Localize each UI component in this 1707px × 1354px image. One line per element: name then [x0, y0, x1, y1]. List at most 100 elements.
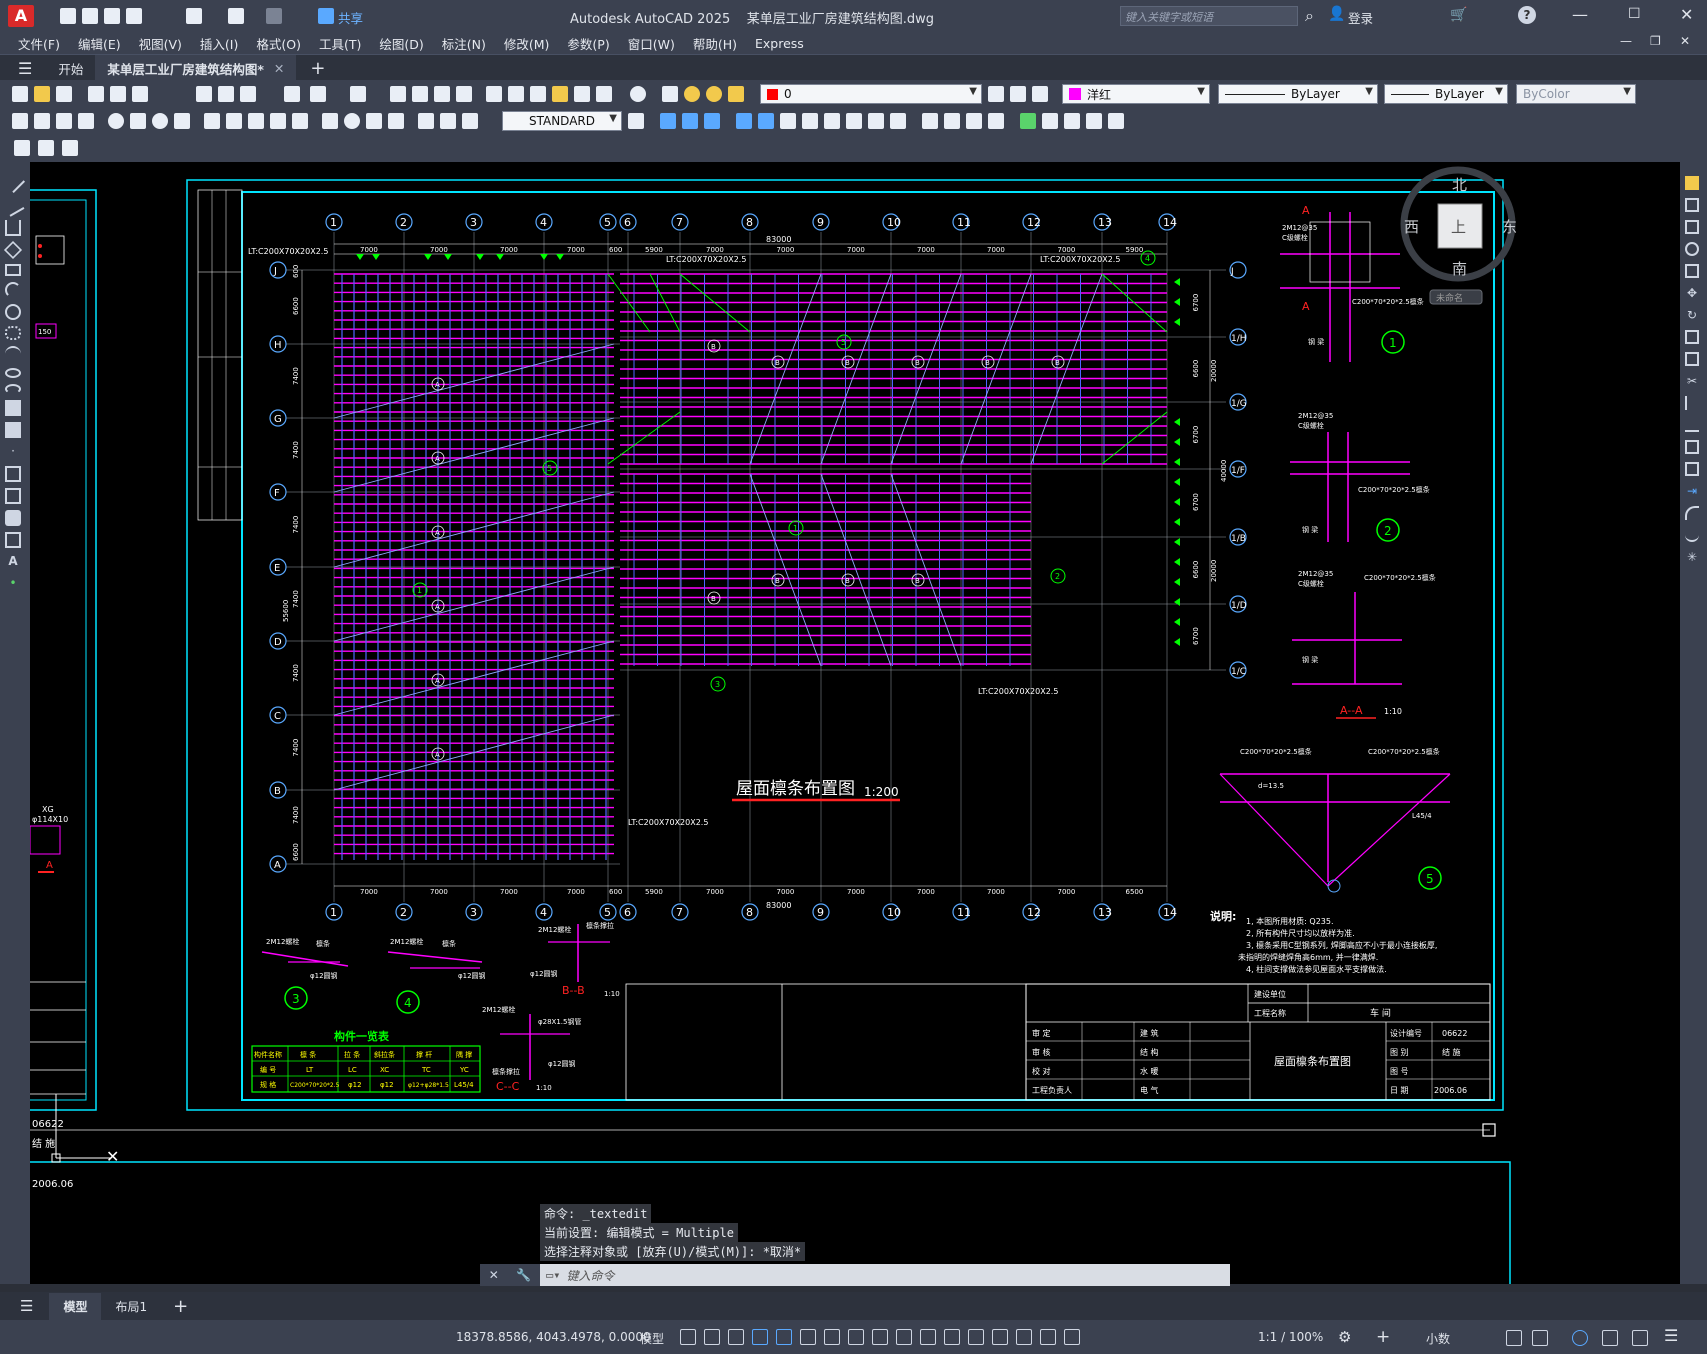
extend-icon[interactable] [1685, 396, 1699, 410]
menu-edit[interactable]: 编辑(E) [78, 34, 121, 53]
isolate-objects-icon[interactable] [1572, 1330, 1588, 1346]
erase-icon[interactable] [1685, 176, 1699, 190]
snap-icon[interactable] [704, 1329, 720, 1345]
add-selected-icon[interactable]: • [5, 576, 21, 592]
view-ne-icon[interactable] [846, 113, 862, 129]
share-icon[interactable] [318, 8, 334, 24]
matchprop-icon[interactable] [284, 86, 300, 102]
mirror-icon[interactable] [1685, 220, 1699, 234]
polygon-icon[interactable] [3, 240, 23, 260]
cart-icon[interactable]: 🛒 [1450, 7, 1467, 23]
quick-properties-icon[interactable] [1506, 1330, 1522, 1346]
pan-icon[interactable] [390, 86, 406, 102]
dim-diameter-icon[interactable] [152, 113, 168, 129]
menu-view[interactable]: 视图(V) [139, 34, 182, 53]
fullscreen-icon[interactable] [1632, 1330, 1648, 1346]
maximize-icon[interactable]: ☐ [1628, 6, 1641, 22]
redo-icon[interactable] [266, 8, 282, 24]
color-dropdown[interactable]: 洋红 ▼ [1062, 84, 1210, 104]
gear-icon[interactable]: ⚙ [1338, 1328, 1351, 1346]
undo-icon[interactable] [228, 8, 244, 24]
zoom-prev-icon[interactable] [456, 86, 472, 102]
viewcube-face[interactable]: 上 [1451, 218, 1466, 236]
vs-realistic-icon[interactable] [966, 113, 982, 129]
minimize-icon[interactable]: — [1572, 5, 1588, 24]
make-current-icon[interactable] [988, 86, 1004, 102]
view-bottom-icon[interactable] [682, 113, 698, 129]
dynucs-icon[interactable] [968, 1329, 984, 1345]
paste-icon[interactable] [240, 86, 256, 102]
add-layout-button[interactable]: + [161, 1296, 200, 1317]
spline-icon[interactable] [5, 346, 21, 362]
help2-icon[interactable] [630, 86, 646, 102]
table-icon[interactable] [5, 532, 21, 548]
polyline-icon[interactable] [5, 220, 21, 236]
model-space-button[interactable]: 模型 [640, 1330, 664, 1347]
layer-lock-icon[interactable] [728, 86, 744, 102]
transparency-icon[interactable] [896, 1329, 912, 1345]
share-button[interactable]: 共享 [338, 8, 363, 27]
inspection-icon[interactable] [366, 113, 382, 129]
ellipse-arc-icon[interactable] [5, 384, 21, 394]
attribute-icon[interactable] [38, 140, 54, 156]
menu-modify[interactable]: 修改(M) [504, 34, 550, 53]
save-icon[interactable] [104, 8, 120, 24]
undo2-icon[interactable] [310, 86, 326, 102]
view-right-icon[interactable] [736, 113, 752, 129]
menu-parametric[interactable]: 参数(P) [567, 34, 609, 53]
layer-on-icon[interactable] [684, 86, 700, 102]
dim-aligned-icon[interactable] [34, 113, 50, 129]
preview-icon[interactable] [110, 86, 126, 102]
join-icon[interactable] [1685, 462, 1699, 476]
break-icon[interactable] [1685, 440, 1699, 454]
offset-icon[interactable] [1685, 242, 1699, 256]
layer-previous-icon[interactable] [1010, 86, 1026, 102]
dim-radius-icon[interactable] [108, 113, 124, 129]
menu-format[interactable]: 格式(O) [256, 34, 301, 53]
construction-line-icon[interactable] [1, 193, 25, 217]
dimstyle-icon[interactable] [628, 113, 644, 129]
ellipse-icon[interactable] [5, 368, 21, 378]
viewcube-south[interactable]: 南 [1452, 260, 1467, 278]
insert-block-icon[interactable] [5, 400, 21, 416]
lock-ui-icon[interactable] [1532, 1330, 1548, 1346]
autoscale-icon[interactable] [1064, 1329, 1080, 1345]
osnap-icon[interactable] [848, 1329, 864, 1345]
menu-insert[interactable]: 插入(I) [200, 34, 238, 53]
copy-icon[interactable] [218, 86, 234, 102]
doc-minimize-icon[interactable]: — [1620, 34, 1632, 48]
command-input[interactable]: ▭▾ 键入命令 [540, 1264, 1230, 1286]
dim-break-icon[interactable] [292, 113, 308, 129]
layer-states-icon[interactable] [1032, 86, 1048, 102]
customize-icon[interactable]: ☰ [1664, 1326, 1678, 1345]
new-icon[interactable] [60, 8, 76, 24]
designcenter-icon[interactable] [508, 86, 524, 102]
dim-space-icon[interactable] [270, 113, 286, 129]
infer-icon[interactable] [728, 1329, 744, 1345]
center-mark-icon[interactable] [344, 113, 360, 129]
block-editor-icon[interactable] [14, 140, 30, 156]
circle-icon[interactable] [5, 304, 21, 320]
dim-textedit-icon[interactable] [440, 113, 456, 129]
ucs-face-icon[interactable] [1086, 113, 1102, 129]
menu-draw[interactable]: 绘图(D) [379, 34, 423, 53]
lineweight-dropdown[interactable]: ByLayer ▼ [1384, 84, 1508, 104]
gizmo-icon[interactable] [1016, 1329, 1032, 1345]
attedit-icon[interactable] [62, 140, 78, 156]
polar-icon[interactable] [776, 1329, 792, 1345]
user-icon[interactable]: 👤 [1328, 6, 1345, 22]
toolpalettes-icon[interactable] [530, 86, 546, 102]
qsave-icon[interactable] [56, 86, 72, 102]
view-back-icon[interactable] [780, 113, 796, 129]
menu-file[interactable]: 文件(F) [18, 34, 60, 53]
tab-drawing[interactable]: 某单层工业厂房建筑结构图* ✕ [95, 55, 297, 81]
publish-icon[interactable] [132, 86, 148, 102]
grid-icon[interactable] [680, 1329, 696, 1345]
plus-icon[interactable]: + [1376, 1327, 1390, 1347]
menu-help[interactable]: 帮助(H) [693, 34, 737, 53]
ucs-icon[interactable] [1020, 113, 1036, 129]
annotation-visibility-icon[interactable] [1040, 1329, 1056, 1345]
help-icon[interactable]: ? [1518, 6, 1536, 24]
dim-linear-icon[interactable] [12, 113, 28, 129]
linetype-dropdown[interactable]: ByLayer ▼ [1218, 84, 1378, 104]
